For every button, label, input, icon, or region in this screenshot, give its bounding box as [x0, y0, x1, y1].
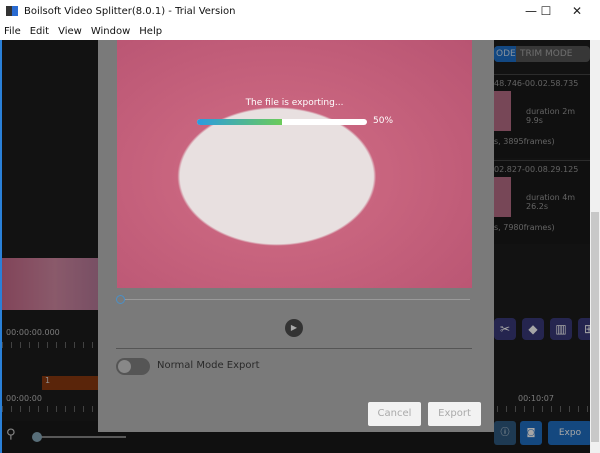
export-progress-bar	[197, 119, 367, 125]
menu-view[interactable]: View	[58, 26, 82, 37]
menu-help[interactable]: Help	[139, 26, 162, 37]
title-bar: Boilsoft Video Splitter(8.0.1) - Trial V…	[0, 0, 600, 22]
export-dialog: The file is exporting... 50% ▶ Normal Mo…	[98, 40, 494, 432]
menu-file[interactable]: File	[4, 26, 21, 37]
divider	[116, 348, 472, 349]
export-status: The file is exporting...	[245, 98, 344, 108]
normal-mode-toggle[interactable]	[116, 358, 150, 375]
app-icon	[6, 6, 18, 16]
main-content: 00:00:00.000 1 00:00:00 00:10:07 ODE TRI…	[0, 40, 600, 453]
seek-knob[interactable]	[116, 295, 125, 304]
menu-window[interactable]: Window	[91, 26, 130, 37]
normal-mode-label: Normal Mode Export	[157, 360, 260, 371]
video-preview: The file is exporting... 50%	[117, 40, 472, 288]
close-button[interactable]: ✕	[554, 0, 600, 22]
cancel-button[interactable]: Cancel	[368, 402, 421, 426]
menu-bar: File Edit View Window Help	[0, 22, 600, 40]
export-button[interactable]: Export	[428, 402, 481, 426]
vertical-scrollbar[interactable]	[590, 40, 600, 453]
export-progress-label: 50%	[373, 116, 394, 126]
play-icon[interactable]: ▶	[285, 319, 303, 337]
menu-edit[interactable]: Edit	[30, 26, 49, 37]
window-title: Boilsoft Video Splitter(8.0.1) - Trial V…	[24, 5, 236, 17]
seek-bar[interactable]	[116, 295, 470, 304]
